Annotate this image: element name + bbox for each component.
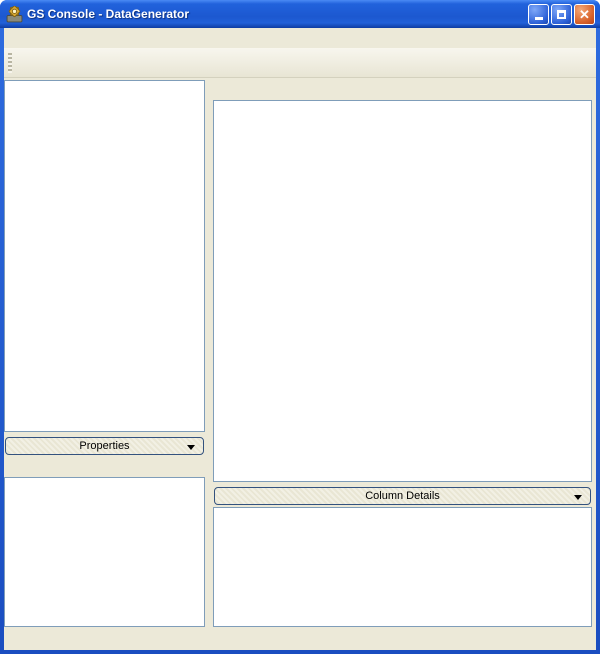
maximize-icon: [557, 10, 566, 19]
project-tree: [4, 80, 205, 432]
properties-panel-header[interactable]: Properties: [5, 437, 204, 455]
collapse-arrow-icon: [187, 445, 195, 450]
properties-tabstrip: [4, 457, 205, 477]
minimize-icon: [535, 17, 543, 20]
close-icon: ✕: [579, 8, 590, 21]
rules-grid: [213, 100, 592, 482]
property-grid: [4, 477, 205, 627]
menu-bar: [4, 28, 596, 48]
collapse-arrow-icon: [574, 495, 582, 500]
app-window: GS Console - DataGenerator ✕ Properties: [0, 0, 600, 654]
rules-tabstrip: [213, 80, 592, 100]
minimize-button[interactable]: [528, 4, 549, 25]
column-details-title: Column Details: [365, 490, 440, 502]
close-button[interactable]: ✕: [574, 4, 595, 25]
column-details-header[interactable]: Column Details: [214, 487, 591, 505]
toolbar: [4, 48, 596, 78]
app-icon: [6, 6, 23, 23]
properties-panel-title: Properties: [79, 440, 129, 452]
title-bar[interactable]: GS Console - DataGenerator ✕: [0, 0, 600, 28]
maximize-button[interactable]: [551, 4, 572, 25]
toolbar-grip[interactable]: [8, 53, 12, 73]
window-title: GS Console - DataGenerator: [27, 7, 526, 21]
status-bar: [4, 629, 596, 650]
column-details-grid: [213, 507, 592, 627]
